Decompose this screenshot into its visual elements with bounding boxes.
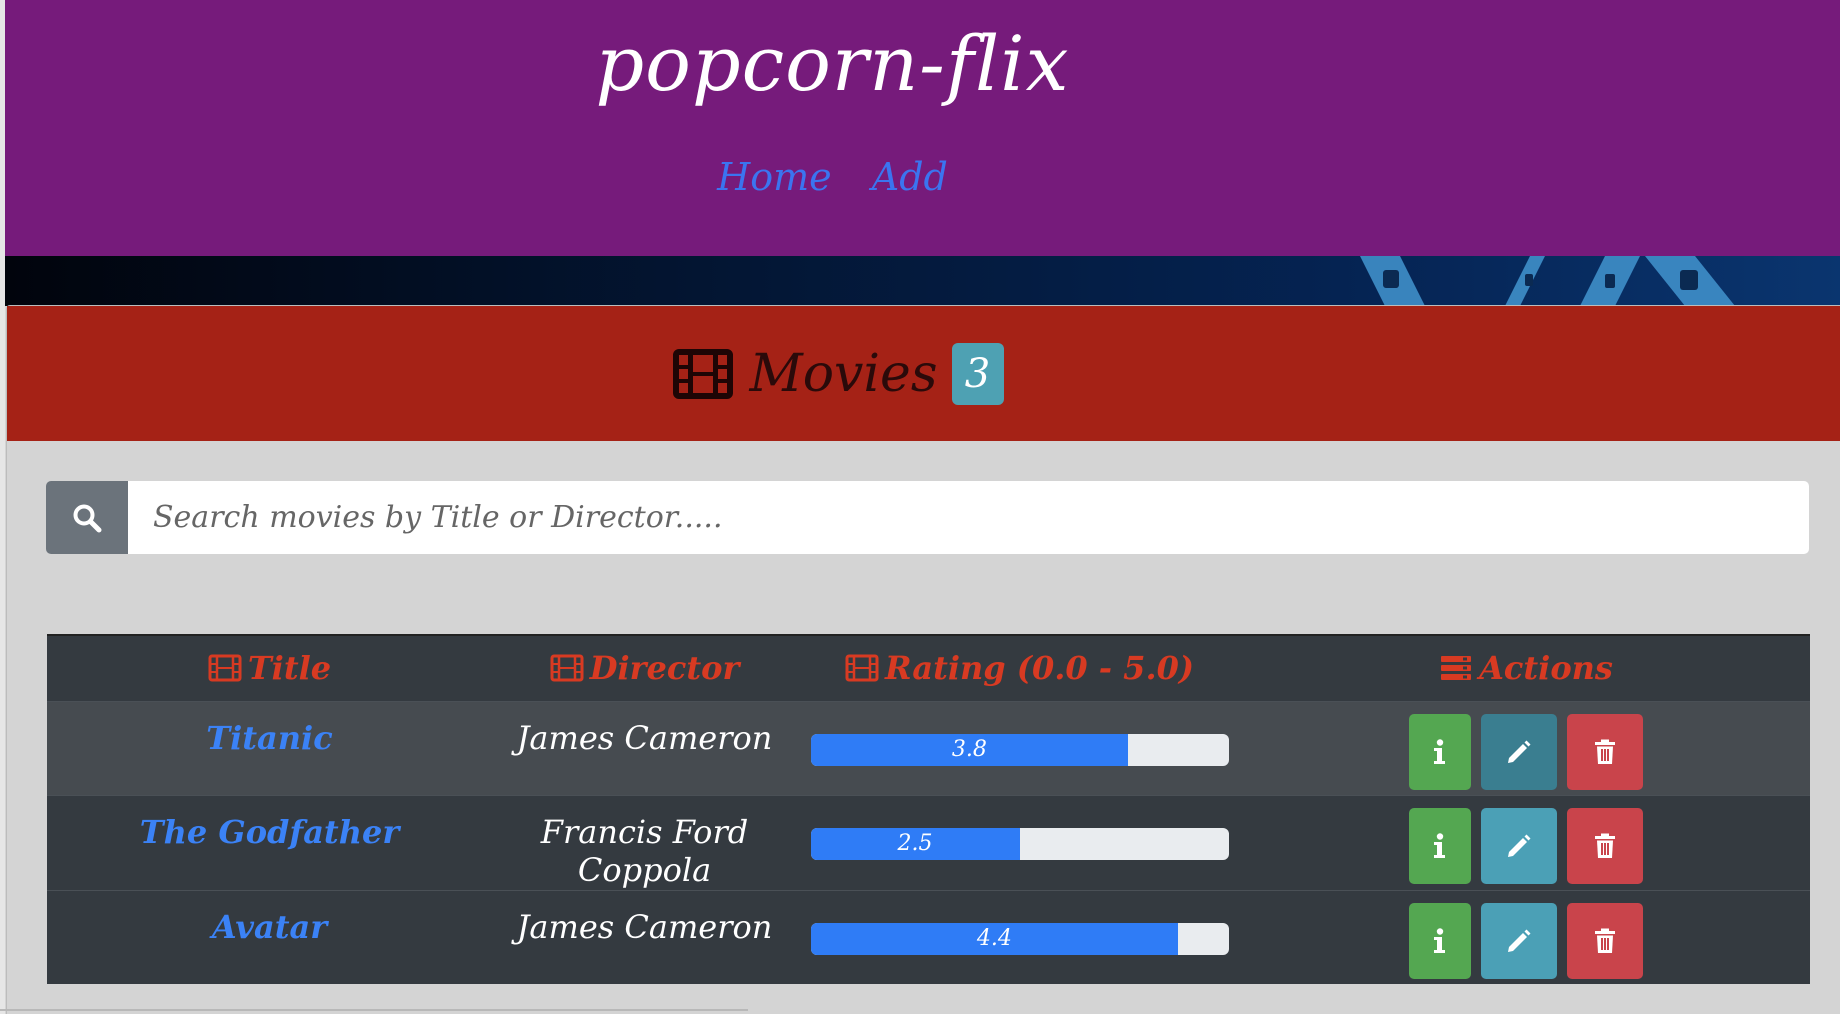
title-cell: The Godfather <box>47 794 492 890</box>
nav-home-link[interactable]: Home <box>717 155 832 199</box>
rating-progress-bar: 2.5 <box>810 827 1020 860</box>
rating-cell: 4.4 <box>797 889 1242 984</box>
brand-logo[interactable]: popcorn-flix <box>5 26 1840 102</box>
movie-count-badge: 3 <box>951 342 1004 405</box>
search-group <box>46 481 1809 554</box>
film-icon <box>550 654 584 682</box>
edit-button[interactable] <box>1481 902 1557 979</box>
director-header-label: Director <box>589 649 740 688</box>
rating-cell: 3.8 <box>797 700 1242 795</box>
row-actions <box>1243 703 1809 790</box>
rating-progress-bar: 3.8 <box>810 733 1129 766</box>
trash-icon <box>1595 739 1615 764</box>
director-column-header: Director <box>492 634 797 701</box>
movie-title-link[interactable]: Titanic <box>206 703 332 757</box>
movie-director: James Cameron <box>516 718 773 757</box>
movie-director: James Cameron <box>516 907 773 946</box>
table-row: Titanic James Cameron 3.8 <box>47 700 1810 795</box>
film-reel-graphic <box>1360 256 1735 306</box>
delete-button[interactable] <box>1567 713 1643 790</box>
rating-progress: 2.5 <box>810 827 1229 860</box>
rating-cell: 2.5 <box>797 794 1242 890</box>
info-icon <box>1434 738 1445 764</box>
title-header-label: Title <box>247 649 332 688</box>
search-input[interactable] <box>128 481 1809 554</box>
rating-progress: 4.4 <box>810 922 1229 955</box>
movie-director: Francis Ford Coppola <box>540 812 749 889</box>
actions-cell <box>1242 889 1810 984</box>
info-button[interactable] <box>1409 902 1471 979</box>
delete-button[interactable] <box>1567 902 1643 979</box>
trash-icon <box>1595 833 1615 858</box>
title-cell: Titanic <box>47 700 492 795</box>
info-button[interactable] <box>1409 713 1471 790</box>
server-icon <box>1441 656 1472 681</box>
film-reel-banner <box>5 256 1840 306</box>
actions-column-header: Actions <box>1242 634 1810 701</box>
rating-header-label: Rating (0.0 - 5.0) <box>885 649 1194 688</box>
movies-panel-title: Movies <box>749 343 938 404</box>
row-actions <box>1243 892 1809 979</box>
table-row: Avatar James Cameron 4.4 <box>47 889 1810 984</box>
director-cell: Francis Ford Coppola <box>492 794 797 890</box>
bottom-divider <box>0 1009 748 1011</box>
search-icon <box>73 504 102 532</box>
rating-progress-bar: 4.4 <box>810 922 1179 955</box>
trash-icon <box>1595 928 1615 953</box>
title-cell: Avatar <box>47 889 492 984</box>
table-header-row: Title Director Rating (0.0 - 5.0) Action… <box>47 634 1810 701</box>
edit-button[interactable] <box>1481 807 1557 884</box>
film-icon <box>208 654 242 682</box>
edit-button[interactable] <box>1481 713 1557 790</box>
movies-panel: Movies 3 Search movies by Title or Direc… <box>6 305 1840 1014</box>
info-button[interactable] <box>1409 807 1471 884</box>
title-column-header: Title <box>47 634 492 701</box>
row-actions <box>1243 797 1809 884</box>
table-row: The Godfather Francis Ford Coppola 2.5 <box>47 794 1810 890</box>
pencil-icon <box>1508 740 1531 763</box>
actions-cell <box>1242 794 1810 890</box>
film-icon <box>845 654 879 682</box>
pencil-icon <box>1508 929 1531 952</box>
movie-title-link[interactable]: Avatar <box>212 892 327 946</box>
site-header: popcorn-flix Home Add <box>5 0 1840 256</box>
rating-progress: 3.8 <box>810 733 1229 766</box>
director-cell: James Cameron <box>492 889 797 984</box>
search-addon <box>46 481 128 554</box>
pencil-icon <box>1508 834 1531 857</box>
director-cell: James Cameron <box>492 700 797 795</box>
main-nav: Home Add <box>5 158 1840 196</box>
actions-header-label: Actions <box>1479 649 1613 688</box>
info-icon <box>1434 927 1445 953</box>
movies-table: Title Director Rating (0.0 - 5.0) Action… <box>47 634 1810 984</box>
delete-button[interactable] <box>1567 807 1643 884</box>
film-icon <box>673 348 734 399</box>
rating-column-header: Rating (0.0 - 5.0) <box>797 634 1242 701</box>
movie-title-link[interactable]: The Godfather <box>140 797 399 851</box>
nav-add-link[interactable]: Add <box>872 155 948 199</box>
info-icon <box>1434 832 1445 858</box>
actions-cell <box>1242 700 1810 795</box>
movies-panel-heading: Movies 3 <box>7 306 1840 441</box>
